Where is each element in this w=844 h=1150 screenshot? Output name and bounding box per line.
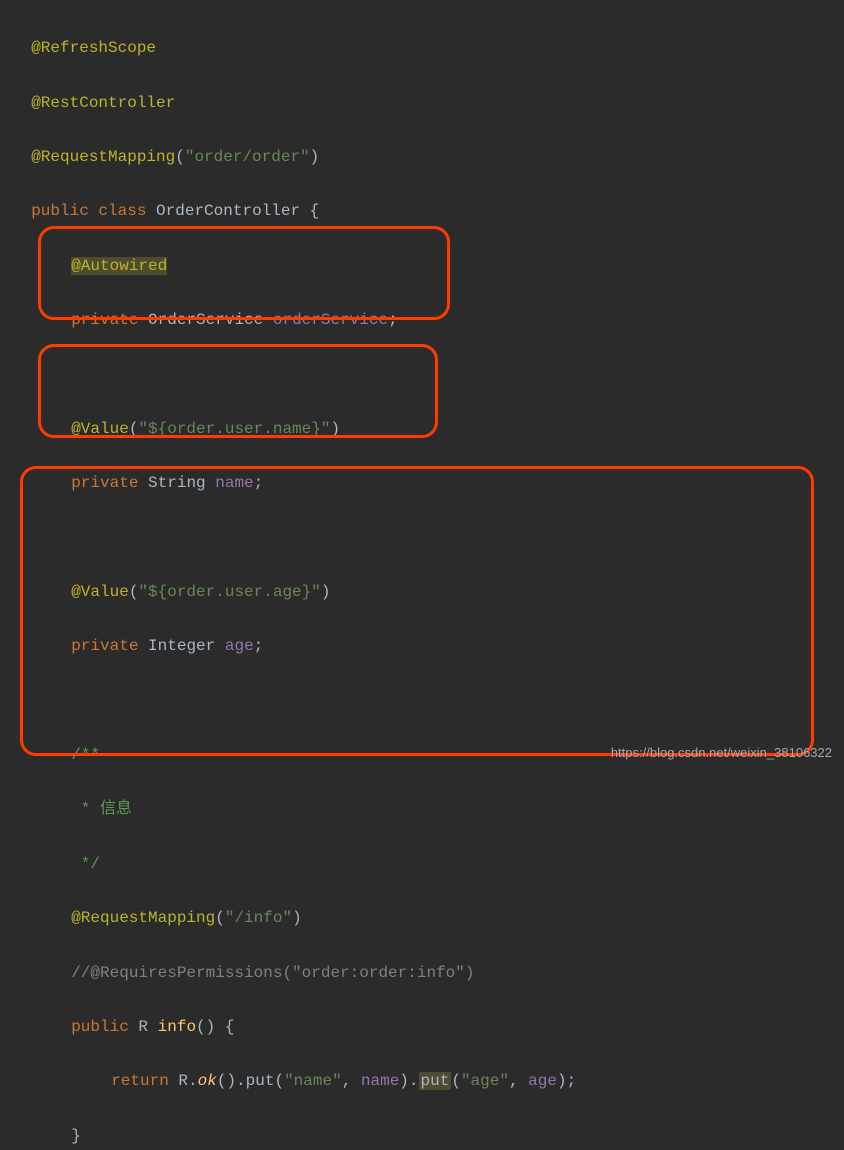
field-age: age [225, 637, 254, 655]
code-line[interactable]: //@RequiresPermissions("order:order:info… [12, 932, 832, 986]
code-line[interactable]: private String name; [12, 443, 832, 497]
keyword-return: return [111, 1072, 169, 1090]
dot: . [409, 1072, 419, 1090]
type-r: R [138, 1018, 148, 1036]
method-put: put [246, 1072, 275, 1090]
string-literal: "name" [284, 1072, 342, 1090]
keyword-private: private [71, 637, 138, 655]
type-string: String [148, 474, 206, 492]
arg-name: name [361, 1072, 399, 1090]
paren: ) [330, 420, 340, 438]
annotation-requestmapping: @RequestMapping [31, 148, 175, 166]
watermark-text: https://blog.csdn.net/weixin_38106322 [611, 742, 832, 764]
blank-line [12, 525, 832, 552]
parens: () [217, 1072, 236, 1090]
blank-line [12, 361, 832, 388]
keyword-public: public [71, 1018, 129, 1036]
code-line[interactable]: * 信息 [12, 769, 832, 823]
string-literal: "${order.user.name}" [138, 420, 330, 438]
code-line[interactable]: } [12, 1096, 832, 1150]
paren: ( [215, 909, 225, 927]
annotation-value: @Value [71, 420, 129, 438]
code-line[interactable]: @Value("${order.user.name}") [12, 389, 832, 443]
paren: ( [175, 148, 185, 166]
paren: ) [292, 909, 302, 927]
class-name: OrderController [156, 202, 300, 220]
code-line[interactable]: public class OrderController { [12, 171, 832, 225]
keyword-private: private [71, 474, 138, 492]
method-put-highlighted: put [419, 1072, 452, 1090]
blank-line [12, 661, 832, 688]
code-line[interactable]: @Value("${order.user.age}") [12, 552, 832, 606]
paren: ) [321, 583, 331, 601]
paren: ) [310, 148, 320, 166]
code-line[interactable]: public R info() { [12, 987, 832, 1041]
parens: () [196, 1018, 215, 1036]
javadoc-end: */ [71, 855, 100, 873]
method-info: info [158, 1018, 196, 1036]
annotation-value: @Value [71, 583, 129, 601]
paren: ( [274, 1072, 284, 1090]
semicolon: ; [254, 637, 264, 655]
paren: ( [129, 420, 139, 438]
string-literal: "${order.user.age}" [138, 583, 320, 601]
blank-line [12, 334, 832, 361]
string-literal: "order/order" [185, 148, 310, 166]
annotation-autowired: @Autowired [71, 257, 167, 275]
annotation-requestmapping: @RequestMapping [71, 909, 215, 927]
method-ok: ok [198, 1072, 217, 1090]
class-r: R [178, 1072, 188, 1090]
dot: . [188, 1072, 198, 1090]
brace: { [225, 1018, 235, 1036]
code-line[interactable]: @RefreshScope [12, 8, 832, 62]
javadoc-line: * 信息 [71, 800, 132, 818]
arg-age: age [528, 1072, 557, 1090]
semicolon: ; [388, 311, 398, 329]
string-literal: "/info" [225, 909, 292, 927]
javadoc-start: /** [71, 746, 100, 764]
string-literal: "age" [461, 1072, 509, 1090]
keyword-private: private [71, 311, 138, 329]
comma: , [342, 1072, 361, 1090]
code-line[interactable]: */ [12, 824, 832, 878]
keyword-public: public [31, 202, 89, 220]
paren: ) [557, 1072, 567, 1090]
code-line[interactable]: private OrderService orderService; [12, 280, 832, 334]
paren: ) [399, 1072, 409, 1090]
code-line[interactable]: @RestController [12, 62, 832, 116]
code-line[interactable]: @RequestMapping("order/order") [12, 117, 832, 171]
brace-close: } [71, 1127, 81, 1145]
field-orderservice: orderService [273, 311, 388, 329]
comment-line: //@RequiresPermissions("order:order:info… [71, 964, 474, 982]
code-line[interactable]: return R.ok().put("name", name).put("age… [12, 1041, 832, 1095]
paren: ( [129, 583, 139, 601]
code-line[interactable]: @Autowired [12, 226, 832, 280]
brace: { [300, 202, 319, 220]
dot: . [236, 1072, 246, 1090]
field-name: name [215, 474, 253, 492]
paren: ( [451, 1072, 461, 1090]
comma: , [509, 1072, 528, 1090]
semicolon: ; [254, 474, 264, 492]
code-line[interactable]: @RequestMapping("/info") [12, 878, 832, 932]
keyword-class: class [98, 202, 146, 220]
blank-line [12, 497, 832, 524]
type-integer: Integer [148, 637, 215, 655]
type-orderservice: OrderService [148, 311, 263, 329]
annotation-restcontroller: @RestController [31, 94, 175, 112]
blank-line [12, 688, 832, 715]
code-line[interactable]: private Integer age; [12, 606, 832, 660]
annotation-refreshscope: @RefreshScope [31, 39, 156, 57]
semicolon: ; [567, 1072, 577, 1090]
